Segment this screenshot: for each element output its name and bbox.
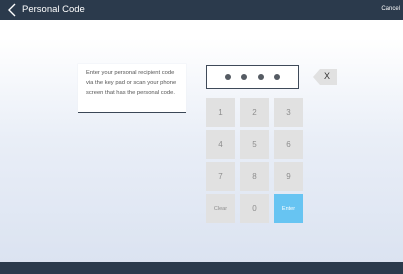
page-title: Personal Code [22, 4, 85, 15]
key-7[interactable]: 7 [206, 162, 235, 191]
key-0[interactable]: 0 [240, 194, 269, 223]
code-dot [241, 74, 248, 80]
code-display [206, 65, 299, 89]
code-dot [273, 74, 280, 80]
code-dot [225, 74, 232, 80]
key-8[interactable]: 8 [240, 162, 269, 191]
key-6[interactable]: 6 [274, 130, 303, 159]
enter-button[interactable]: Enter [274, 194, 303, 223]
instruction-line-2: via the key pad or scan your phone [86, 80, 177, 86]
clear-button[interactable]: Clear [206, 194, 235, 223]
main-content [0, 20, 403, 262]
instruction-line-3: screen that has the personal code. [86, 90, 175, 96]
cancel-button[interactable]: Cancel [381, 6, 400, 12]
code-dot [257, 74, 264, 80]
key-2[interactable]: 2 [240, 98, 269, 127]
key-4[interactable]: 4 [206, 130, 235, 159]
instruction-box: Enter your personal recipient code via t… [78, 64, 186, 113]
chevron-left-icon[interactable] [6, 3, 18, 17]
key-5[interactable]: 5 [240, 130, 269, 159]
backspace-button[interactable]: X [313, 69, 337, 85]
instruction-line-1: Enter your personal recipient code [86, 70, 175, 76]
top-bar: Personal Code Cancel [0, 0, 403, 20]
bottom-bar [0, 262, 403, 274]
key-1[interactable]: 1 [206, 98, 235, 127]
backspace-label: X [324, 71, 331, 81]
key-9[interactable]: 9 [274, 162, 303, 191]
key-3[interactable]: 3 [274, 98, 303, 127]
